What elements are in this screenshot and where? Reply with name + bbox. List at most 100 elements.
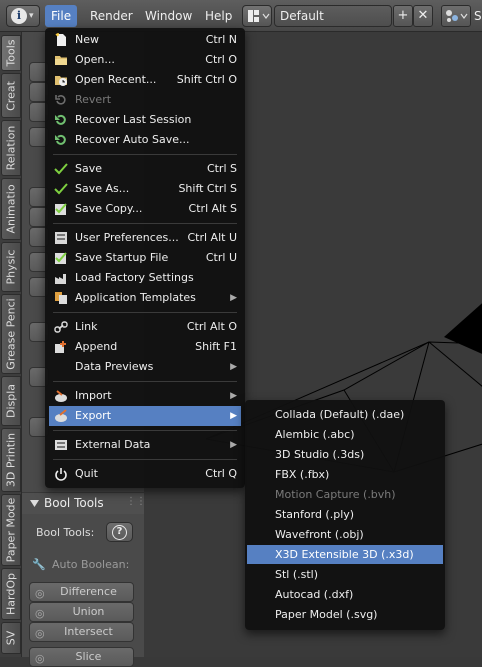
export-dxf[interactable]: Autocad (.dxf) bbox=[247, 585, 443, 604]
slice-icon: ◎ bbox=[35, 652, 45, 665]
menu-separator bbox=[53, 223, 237, 224]
new-file-icon bbox=[55, 33, 66, 46]
submenu-arrow-icon: ▶ bbox=[230, 293, 237, 303]
layout-grid-icon bbox=[248, 10, 270, 22]
screen-layout-field[interactable]: Default bbox=[274, 5, 392, 27]
tab-3d-printing[interactable]: 3D Printin bbox=[1, 428, 21, 492]
union-button[interactable]: ◎ Union bbox=[29, 602, 134, 622]
intersect-icon: ◎ bbox=[35, 627, 45, 640]
menu-item-revert[interactable]: Revert bbox=[49, 90, 241, 110]
menu-item-external-data[interactable]: External Data ▶ bbox=[49, 435, 241, 455]
menu-item-open-recent[interactable]: Open Recent... Shift Ctrl O bbox=[49, 70, 241, 90]
recover-auto-icon bbox=[55, 134, 66, 145]
export-stl[interactable]: Stl (.stl) bbox=[247, 565, 443, 584]
open-recent-icon bbox=[55, 76, 67, 86]
export-x3d[interactable]: X3D Extensible 3D (.x3d) bbox=[247, 545, 443, 564]
wrench-icon: 🔧 bbox=[32, 558, 46, 571]
preferences-icon bbox=[55, 232, 67, 244]
menu-separator bbox=[53, 381, 237, 382]
recover-icon bbox=[55, 114, 66, 125]
delete-screen-button[interactable]: ✕ bbox=[413, 5, 433, 27]
screen-layout-button[interactable] bbox=[242, 5, 272, 27]
export-alembic[interactable]: Alembic (.abc) bbox=[247, 425, 443, 444]
menu-item-import[interactable]: Import ▶ bbox=[49, 386, 241, 406]
external-data-icon bbox=[55, 440, 67, 450]
tab-hardops[interactable]: HardOp bbox=[1, 568, 21, 620]
menu-item-save-copy[interactable]: Save Copy... Ctrl Alt S bbox=[49, 199, 241, 219]
menu-item-link[interactable]: Link Ctrl Alt O bbox=[49, 317, 241, 337]
collapse-triangle-icon bbox=[30, 500, 39, 507]
chevron-down-icon: ▾ bbox=[29, 11, 34, 21]
export-obj[interactable]: Wavefront (.obj) bbox=[247, 525, 443, 544]
menu-help[interactable]: Help bbox=[199, 5, 238, 27]
submenu-arrow-icon: ▶ bbox=[230, 411, 237, 421]
menu-item-save-as[interactable]: Save As... Shift Ctrl S bbox=[49, 179, 241, 199]
menu-item-open[interactable]: Open... Ctrl O bbox=[49, 50, 241, 70]
tab-tools[interactable]: Tools bbox=[1, 35, 21, 71]
menu-item-recover-auto-save[interactable]: Recover Auto Save... bbox=[49, 130, 241, 150]
menu-item-save[interactable]: Save Ctrl S bbox=[49, 159, 241, 179]
tab-create[interactable]: Creat bbox=[1, 73, 21, 118]
link-icon bbox=[54, 321, 68, 333]
save-copy-icon bbox=[55, 203, 67, 215]
auto-boolean-label: Auto Boolean: bbox=[52, 558, 130, 571]
drag-handle-icon[interactable]: ⋮⋮ bbox=[126, 496, 146, 507]
menu-window[interactable]: Window bbox=[139, 5, 198, 27]
menu-item-quit[interactable]: Quit Ctrl Q bbox=[49, 464, 241, 484]
info-icon: i bbox=[11, 8, 27, 24]
editor-type-button[interactable]: i ▾ bbox=[6, 5, 40, 27]
menu-item-user-preferences[interactable]: User Preferences... Ctrl Alt U bbox=[49, 228, 241, 248]
panel-title: Bool Tools bbox=[44, 496, 104, 510]
menu-item-data-previews[interactable]: Data Previews ▶ bbox=[49, 357, 241, 377]
folder-icon bbox=[55, 56, 67, 65]
revert-icon bbox=[55, 95, 66, 105]
menu-item-append[interactable]: Append Shift F1 bbox=[49, 337, 241, 357]
difference-button[interactable]: ◎ Difference bbox=[29, 582, 134, 602]
export-icon bbox=[55, 409, 67, 422]
close-icon: ✕ bbox=[417, 8, 429, 23]
export-fbx[interactable]: FBX (.fbx) bbox=[247, 465, 443, 484]
menu-item-save-startup-file[interactable]: Save Startup File Ctrl U bbox=[49, 248, 241, 268]
scene-icon bbox=[446, 10, 468, 22]
scene-field-partial: S bbox=[474, 9, 482, 23]
menu-item-application-templates[interactable]: Application Templates ▶ bbox=[49, 288, 241, 308]
export-3ds[interactable]: 3D Studio (.3ds) bbox=[247, 445, 443, 464]
intersect-button[interactable]: ◎ Intersect bbox=[29, 622, 134, 642]
export-paper-model[interactable]: Paper Model (.svg) bbox=[247, 605, 443, 624]
factory-icon bbox=[55, 274, 66, 284]
menu-render[interactable]: Render bbox=[84, 5, 139, 27]
help-button[interactable]: ? bbox=[106, 522, 133, 542]
tab-display[interactable]: Displa bbox=[1, 376, 21, 426]
menu-item-new[interactable]: New Ctrl N bbox=[49, 30, 241, 50]
export-bvh[interactable]: Motion Capture (.bvh) bbox=[247, 485, 443, 504]
slice-button[interactable]: ◎ Slice bbox=[29, 647, 134, 667]
export-ply[interactable]: Stanford (.ply) bbox=[247, 505, 443, 524]
menu-item-export[interactable]: Export ▶ bbox=[49, 406, 241, 426]
add-screen-button[interactable]: + bbox=[393, 5, 413, 27]
submenu-arrow-icon: ▶ bbox=[230, 440, 237, 450]
export-submenu: Collada (Default) (.dae) Alembic (.abc) … bbox=[245, 400, 445, 630]
append-icon bbox=[55, 341, 66, 353]
power-icon bbox=[55, 468, 67, 481]
check-icon bbox=[54, 183, 68, 195]
scene-type-button[interactable] bbox=[441, 5, 471, 27]
tab-grease-pencil[interactable]: Grease Penci bbox=[1, 294, 21, 374]
tab-animation[interactable]: Animatio bbox=[1, 178, 21, 240]
union-icon: ◎ bbox=[35, 607, 45, 620]
tab-paper-model[interactable]: Paper Mode bbox=[1, 494, 21, 566]
question-icon: ? bbox=[112, 525, 127, 540]
menu-file[interactable]: File bbox=[45, 5, 78, 27]
tab-relations[interactable]: Relation bbox=[1, 120, 21, 176]
export-collada[interactable]: Collada (Default) (.dae) bbox=[247, 405, 443, 424]
difference-icon: ◎ bbox=[35, 587, 45, 600]
bool-tools-panel-header[interactable]: Bool Tools ⋮⋮ bbox=[22, 492, 146, 514]
tab-sv[interactable]: SV bbox=[1, 622, 21, 654]
menu-item-load-factory-settings[interactable]: Load Factory Settings bbox=[49, 268, 241, 288]
plus-icon: + bbox=[397, 8, 409, 23]
menu-item-recover-last-session[interactable]: Recover Last Session bbox=[49, 110, 241, 130]
templates-icon bbox=[55, 292, 67, 304]
menu-separator bbox=[53, 459, 237, 460]
tab-physics[interactable]: Physic bbox=[1, 242, 21, 292]
bool-tools-label: Bool Tools: bbox=[36, 526, 95, 539]
file-menu-dropdown: New Ctrl N Open... Ctrl O Open Recent...… bbox=[45, 28, 245, 488]
